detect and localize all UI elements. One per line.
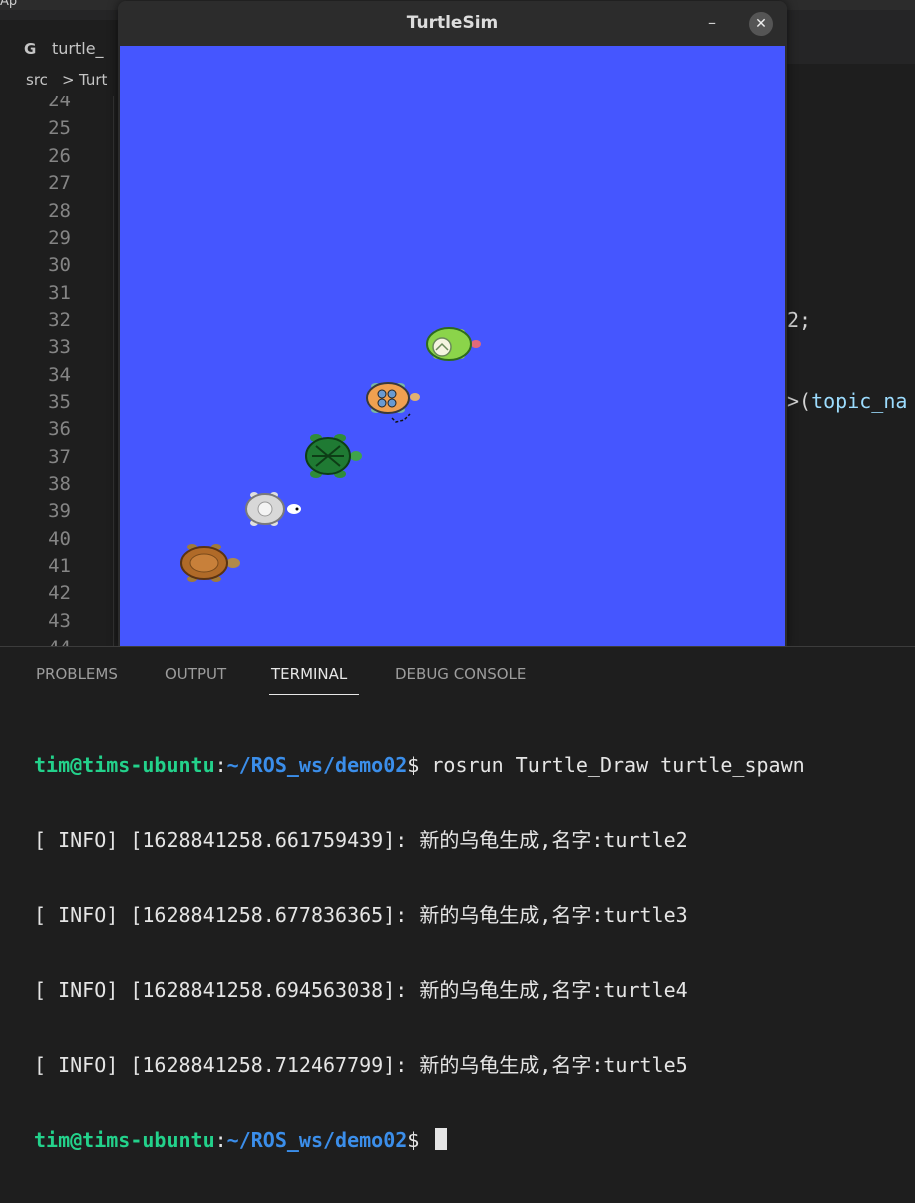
terminal-output[interactable]: tim@tims-ubuntu:~/ROS_ws/demo02$ rosrun … bbox=[34, 703, 805, 1203]
close-icon: ✕ bbox=[755, 16, 767, 32]
turtle-icon bbox=[180, 544, 240, 582]
terminal-prompt: $ bbox=[407, 753, 432, 777]
turtle-icon bbox=[245, 492, 301, 526]
turtle-icon bbox=[305, 434, 362, 478]
terminal-log-line: [ INFO] [1628841258.694563038]: 新的乌龟生成,名… bbox=[34, 978, 688, 1002]
terminal-user-host: tim@tims-ubuntu bbox=[34, 753, 215, 777]
c++-file-icon: G bbox=[24, 40, 37, 58]
turtle-icon bbox=[426, 327, 481, 361]
line-number: 26 bbox=[48, 145, 71, 167]
line-number-gutter: 24 25 26 27 28 29 30 31 32 33 34 35 36 3… bbox=[0, 96, 115, 646]
line-number: 38 bbox=[48, 473, 71, 495]
terminal-command-line: tim@tims-ubuntu:~/ROS_ws/demo02$ rosrun … bbox=[34, 753, 805, 778]
breadcrumb-separator: > bbox=[62, 71, 75, 89]
terminal-cursor bbox=[435, 1128, 448, 1150]
code-fragment-line32[interactable]: 2; bbox=[787, 308, 811, 332]
active-tab-indicator bbox=[269, 694, 359, 695]
terminal-colon: : bbox=[214, 1128, 227, 1152]
line-number: 33 bbox=[48, 336, 71, 358]
line-number: 42 bbox=[48, 582, 71, 604]
line-number: 31 bbox=[48, 282, 71, 304]
tab-problems[interactable]: PROBLEMS bbox=[36, 665, 118, 683]
tab-terminal[interactable]: TERMINAL bbox=[271, 665, 347, 683]
terminal-log-line: [ INFO] [1628841258.677836365]: 新的乌龟生成,名… bbox=[34, 903, 688, 927]
line-number: 43 bbox=[48, 610, 71, 632]
tab-output[interactable]: OUTPUT bbox=[165, 665, 226, 683]
terminal-log-line: [ INFO] [1628841258.661759439]: 新的乌龟生成,名… bbox=[34, 828, 688, 852]
bottom-panel: PROBLEMS OUTPUT TERMINAL DEBUG CONSOLE t… bbox=[0, 646, 915, 1152]
turtlesim-titlebar[interactable]: TurtleSim – ✕ bbox=[118, 1, 787, 46]
line-number: 29 bbox=[48, 227, 71, 249]
terminal-colon: : bbox=[214, 753, 227, 777]
turtlesim-window[interactable]: TurtleSim – ✕ bbox=[118, 1, 787, 646]
line-number: 30 bbox=[48, 254, 71, 276]
line-number: 28 bbox=[48, 200, 71, 222]
terminal-path: ~/ROS_ws/demo02 bbox=[226, 753, 408, 777]
terminal-path: ~/ROS_ws/demo02 bbox=[226, 1128, 408, 1152]
minimize-button[interactable]: – bbox=[708, 13, 716, 32]
terminal-command: rosrun Turtle_Draw turtle_spawn bbox=[431, 753, 805, 777]
line-number: 25 bbox=[48, 117, 71, 139]
terminal-prompt: $ bbox=[407, 1128, 432, 1152]
tab-debug-console[interactable]: DEBUG CONSOLE bbox=[395, 665, 526, 683]
line-number: 32 bbox=[48, 309, 71, 331]
turtle-icon bbox=[366, 382, 420, 423]
code-punct: >( bbox=[787, 389, 812, 413]
breadcrumb-file[interactable]: Turt bbox=[79, 71, 107, 89]
line-number: 35 bbox=[48, 391, 71, 413]
line-number: 39 bbox=[48, 500, 71, 522]
gutter-divider bbox=[113, 96, 114, 646]
line-number: 36 bbox=[48, 418, 71, 440]
line-number: 37 bbox=[48, 446, 71, 468]
line-number: 34 bbox=[48, 364, 71, 386]
terminal-input-line[interactable]: tim@tims-ubuntu:~/ROS_ws/demo02$ bbox=[34, 1128, 805, 1153]
line-number: 44 bbox=[48, 638, 71, 646]
code-fragment-line35[interactable]: >(topic_na bbox=[787, 389, 907, 413]
code-identifier: topic_na bbox=[811, 389, 908, 413]
line-number: 24 bbox=[48, 96, 71, 111]
editor-tab-label: turtle_ bbox=[52, 39, 104, 58]
line-number: 40 bbox=[48, 528, 71, 550]
line-number: 27 bbox=[48, 172, 71, 194]
turtlesim-title: TurtleSim bbox=[406, 13, 499, 33]
terminal-user-host: tim@tims-ubuntu bbox=[34, 1128, 215, 1152]
close-button[interactable]: ✕ bbox=[749, 12, 773, 36]
app-title-fragment: Ap bbox=[0, 0, 18, 9]
turtlesim-canvas bbox=[120, 46, 785, 646]
terminal-log-line: [ INFO] [1628841258.712467799]: 新的乌龟生成,名… bbox=[34, 1053, 688, 1077]
line-number: 41 bbox=[48, 555, 71, 577]
breadcrumb-src[interactable]: src bbox=[26, 71, 48, 89]
turtle-canvas-svg bbox=[180, 327, 481, 582]
